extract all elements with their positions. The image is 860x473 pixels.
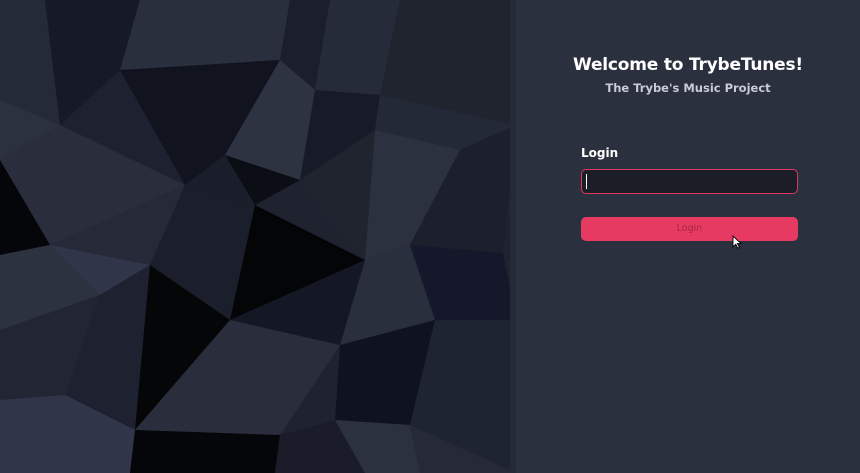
login-page: Welcome to TrybeTunes! The Trybe's Music… — [0, 0, 860, 473]
login-label: Login — [581, 146, 619, 160]
text-caret — [586, 174, 587, 189]
login-input[interactable] — [581, 169, 798, 194]
project-subtitle: The Trybe's Music Project — [605, 81, 771, 95]
low-poly-background — [0, 0, 516, 473]
welcome-title: Welcome to TrybeTunes! — [573, 55, 803, 75]
mouse-pointer-icon — [732, 235, 742, 249]
login-form-panel: Welcome to TrybeTunes! The Trybe's Music… — [516, 0, 860, 473]
login-button[interactable]: Login — [581, 217, 798, 241]
background-art-panel — [0, 0, 516, 473]
